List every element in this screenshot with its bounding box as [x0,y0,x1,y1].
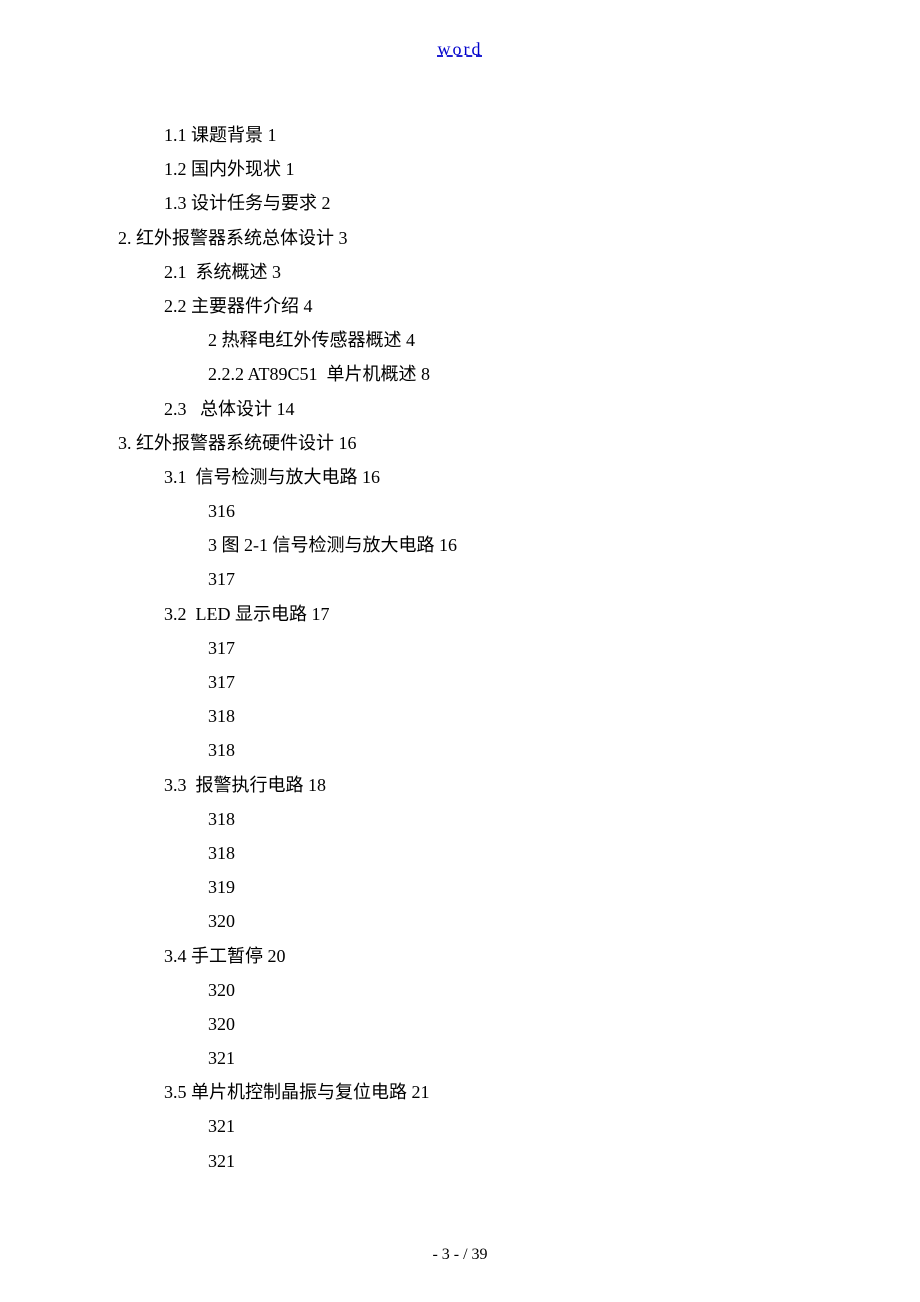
toc-line: 3.5 单片机控制晶振与复位电路 21 [0,1075,920,1109]
toc-line: 2.2.2 AT89C51 单片机概述 8 [0,357,920,391]
toc-line: 3.4 手工暂停 20 [0,939,920,973]
toc-line: 320 [0,904,920,938]
toc-line: 319 [0,870,920,904]
toc-line: 2.3 总体设计 14 [0,392,920,426]
toc-line: 3 图 2-1 信号检测与放大电路 16 [0,528,920,562]
toc-line: 318 [0,733,920,767]
toc-line: 317 [0,631,920,665]
toc-content: 1.1 课题背景 11.2 国内外现状 11.3 设计任务与要求 22. 红外报… [0,118,920,1178]
header-link[interactable]: word [0,32,920,66]
toc-line: 1.2 国内外现状 1 [0,152,920,186]
toc-line: 317 [0,562,920,596]
toc-line: 1.1 课题背景 1 [0,118,920,152]
toc-line: 3.1 信号检测与放大电路 16 [0,460,920,494]
toc-line: 318 [0,836,920,870]
toc-line: 320 [0,1007,920,1041]
toc-line: 2.1 系统概述 3 [0,255,920,289]
toc-line: 317 [0,665,920,699]
toc-line: 318 [0,699,920,733]
toc-line: 321 [0,1109,920,1143]
toc-line: 320 [0,973,920,1007]
toc-line: 321 [0,1041,920,1075]
toc-line: 3.3 报警执行电路 18 [0,768,920,802]
toc-line: 2.2 主要器件介绍 4 [0,289,920,323]
toc-line: 2. 红外报警器系统总体设计 3 [0,221,920,255]
toc-line: 3. 红外报警器系统硬件设计 16 [0,426,920,460]
toc-line: 2 热释电红外传感器概述 4 [0,323,920,357]
toc-line: 1.3 设计任务与要求 2 [0,186,920,220]
toc-line: 321 [0,1144,920,1178]
toc-line: 316 [0,494,920,528]
page-footer: - 3 - / 39 [0,1240,920,1270]
toc-line: 3.2 LED 显示电路 17 [0,597,920,631]
toc-line: 318 [0,802,920,836]
